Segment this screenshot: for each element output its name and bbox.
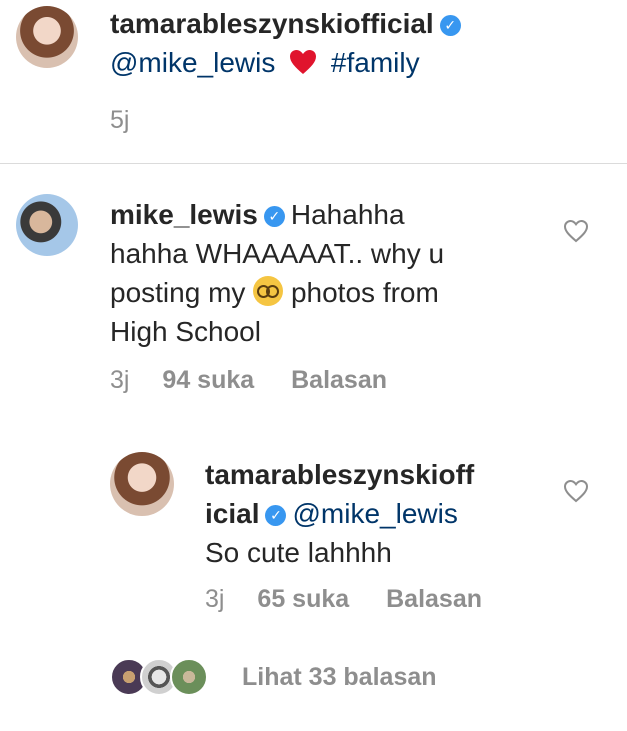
heart-outline-icon[interactable] (563, 219, 589, 243)
comment-body: mike_lewis ✓ Hahahha hahha WHAAAAAT.. why … (110, 195, 560, 351)
reply-likes[interactable]: 65 suka (257, 585, 349, 613)
caption-avatar[interactable] (16, 6, 78, 68)
verified-badge-icon: ✓ (263, 206, 285, 227)
reply-time: 3j (205, 585, 225, 613)
comment-like-button[interactable] (563, 219, 589, 248)
reply-avatar[interactable] (110, 452, 174, 516)
reply-text: So cute lahhhh (205, 537, 392, 568)
comment-text-line2: hahha WHAAAAAT.. why u (110, 238, 445, 269)
reply-avatars-stack (110, 658, 220, 698)
comment-time: 3j (110, 366, 130, 394)
reply-username-line2[interactable]: icial (205, 498, 259, 529)
caption-username[interactable]: tamarableszynskiofficial (110, 8, 434, 39)
nerd-face-emoji-icon (253, 276, 284, 306)
comment-meta: 3j 94 suka Balasan (110, 366, 387, 395)
avatar (170, 658, 208, 696)
divider (0, 163, 627, 164)
comment-text-line3a: posting my (110, 277, 246, 308)
reply-reply-button[interactable]: Balasan (386, 585, 482, 613)
verified-badge-icon: ✓ (439, 15, 461, 36)
comment-avatar[interactable] (16, 194, 78, 256)
caption-text: @mike_lewis #family (110, 44, 420, 82)
caption-header: tamarableszynskiofficial ✓ (110, 8, 620, 40)
comment-likes[interactable]: 94 suka (162, 366, 254, 394)
heart-emoji (289, 47, 325, 78)
verified-badge-icon: ✓ (265, 505, 287, 526)
reply-meta: 3j 65 suka Balasan (205, 585, 482, 614)
caption-hashtag[interactable]: #family (331, 47, 420, 78)
comment-text-line4: High School (110, 316, 261, 347)
comment-text-line1: Hahahha (290, 199, 405, 230)
view-replies-link[interactable]: Lihat 33 balasan (242, 663, 437, 692)
reply-username-line1[interactable]: tamarableszynskioff (205, 455, 545, 494)
reply-mention[interactable]: @mike_lewis (292, 498, 457, 529)
heart-outline-icon[interactable] (563, 479, 589, 503)
comment-text-line3b: photos from (290, 277, 439, 308)
reply-body: tamarableszynskioff icial ✓ @mike_lewis So… (205, 455, 545, 572)
caption-time: 5j (110, 106, 130, 134)
comment-username[interactable]: mike_lewis (110, 199, 258, 230)
comment-reply-button[interactable]: Balasan (291, 366, 387, 394)
caption-mention[interactable]: @mike_lewis (110, 47, 275, 78)
reply-like-button[interactable] (563, 479, 589, 508)
